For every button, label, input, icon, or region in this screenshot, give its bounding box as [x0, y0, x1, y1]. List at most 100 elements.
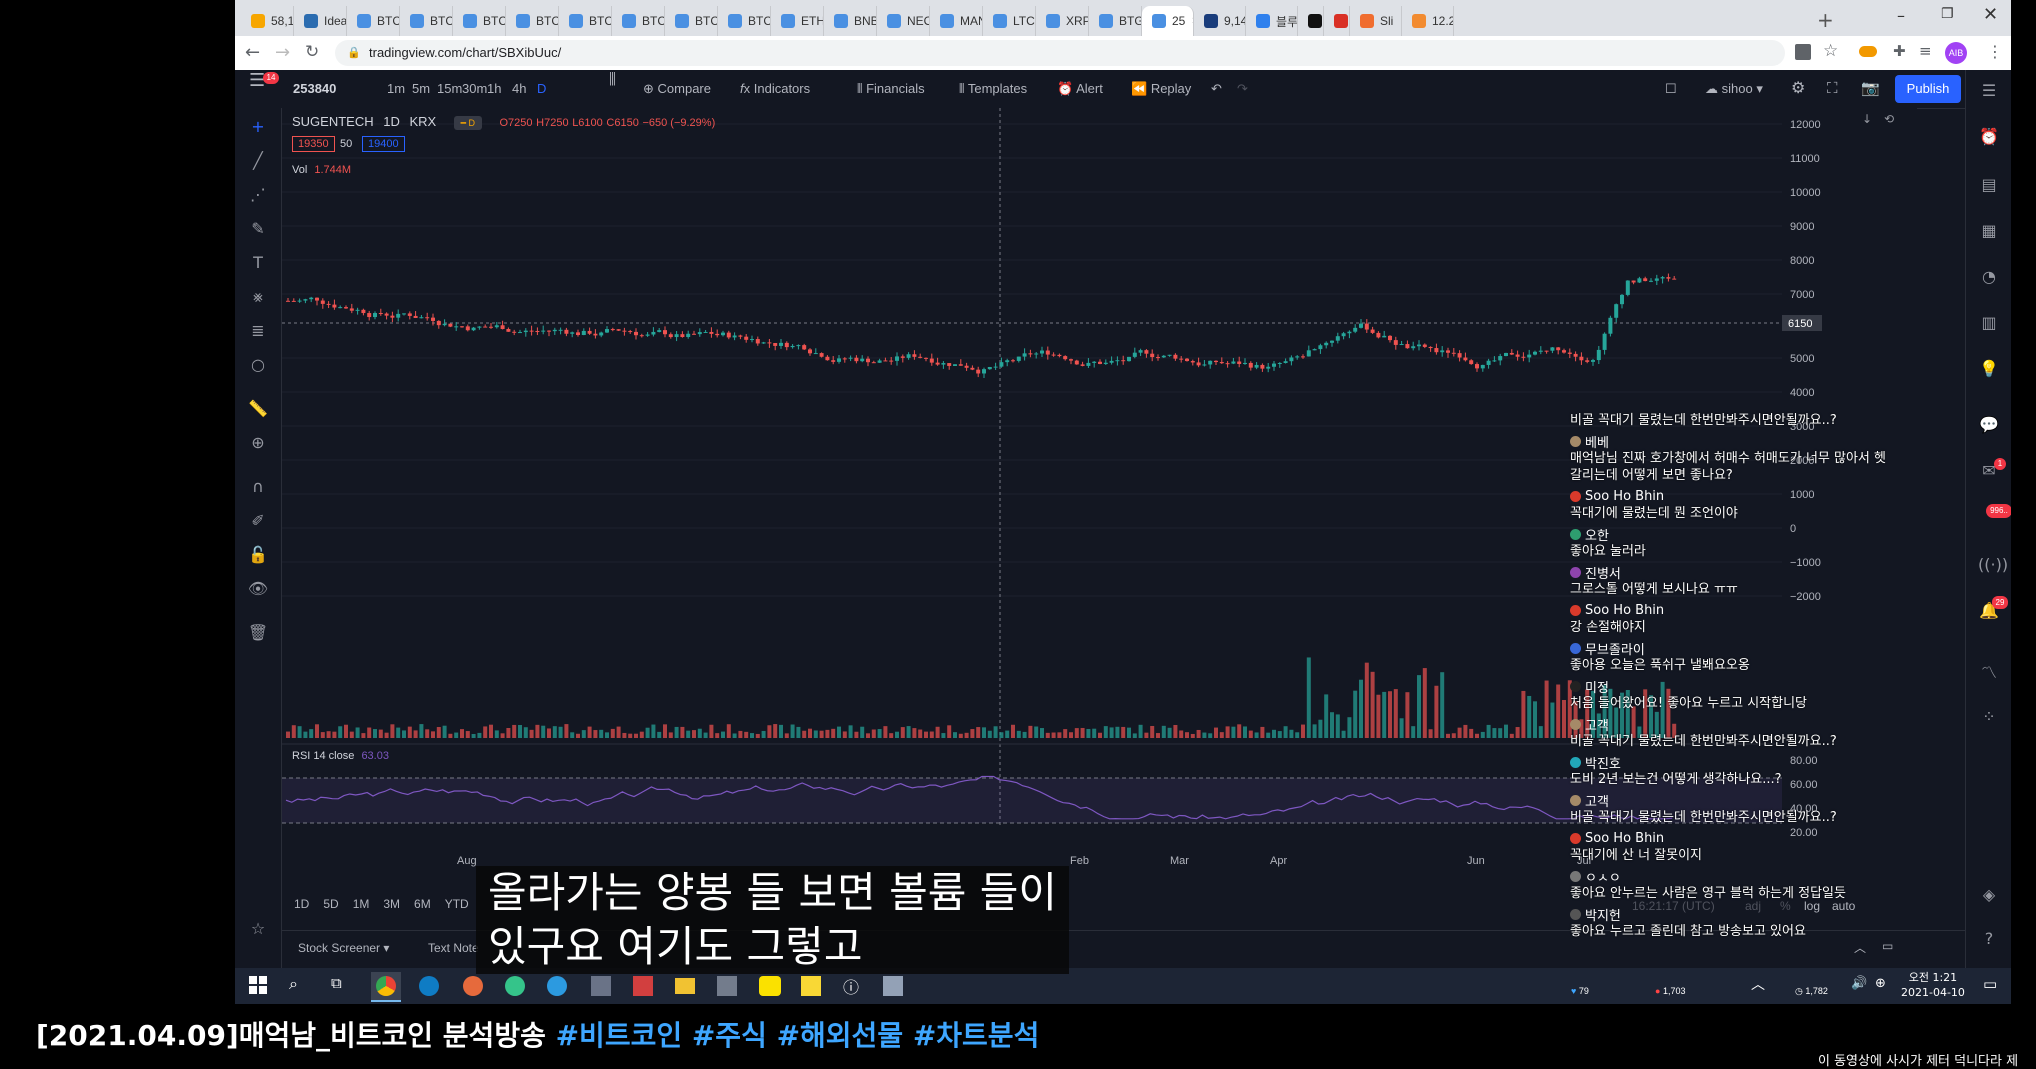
browser-tab[interactable]: BTCU: [559, 6, 612, 36]
chrome-app-icon[interactable]: [371, 972, 401, 1002]
pattern-icon[interactable]: ⨳: [247, 286, 269, 308]
forward-icon[interactable]: →: [275, 42, 290, 63]
layout-user[interactable]: ☁ sihoo ▾: [1705, 70, 1763, 108]
search-icon[interactable]: ⌕: [289, 974, 298, 994]
interval-30m[interactable]: 30m: [462, 70, 487, 108]
browser-tab[interactable]: BTCU: [347, 6, 400, 36]
broadcast-icon[interactable]: ((·)): [1978, 554, 2008, 576]
sticky-notes-icon[interactable]: [801, 976, 821, 996]
taskbar-app-3-icon[interactable]: [463, 976, 483, 996]
chat-author[interactable]: Soo Ho Bhin: [1570, 601, 1890, 619]
tab-stock-screener[interactable]: Stock Screener ▾: [298, 941, 389, 955]
video-title-tags[interactable]: #비트코인 #주식 #해외선물 #차트분석: [556, 1019, 1040, 1052]
browser-tab[interactable]: 12.22: [1402, 6, 1454, 36]
calculator-icon[interactable]: [717, 976, 737, 996]
browser-tab[interactable]: NEOU: [877, 6, 930, 36]
cloud-extension-icon[interactable]: [1859, 46, 1877, 57]
browser-tab[interactable]: [L: [1324, 6, 1350, 36]
legend-symbol[interactable]: SUGENTECH: [292, 114, 374, 129]
chat-author[interactable]: 미정: [1570, 677, 1890, 696]
fullscreen-icon[interactable]: ⛶: [1827, 70, 1838, 108]
crosshair-icon[interactable]: +: [247, 116, 269, 138]
chat-author[interactable]: 진병서: [1570, 563, 1890, 582]
range-YTD[interactable]: YTD: [445, 897, 469, 911]
layers-icon[interactable]: ◈: [1978, 884, 2000, 906]
shapes-circle-icon[interactable]: ○: [247, 354, 269, 376]
interval-4h[interactable]: 4h: [512, 70, 526, 108]
browser-tab[interactable]: BTCU: [612, 6, 665, 36]
browser-tab[interactable]: BTCU: [665, 6, 718, 36]
alerts-clock-icon[interactable]: ⏰: [1978, 126, 2000, 148]
magnet-icon[interactable]: ∩: [247, 476, 269, 498]
menu-dots-icon[interactable]: ⋮: [1987, 42, 2003, 61]
taskbar-app-7-icon[interactable]: [633, 976, 653, 996]
browser-tab[interactable]: Sli: [1350, 6, 1402, 36]
browser-tab[interactable]: BTCU: [718, 6, 771, 36]
browser-tab[interactable]: BTCU: [400, 6, 453, 36]
news-icon[interactable]: ▦: [1978, 220, 2000, 242]
chat-author[interactable]: Soo Ho Bhin: [1570, 487, 1890, 505]
bookmark-star-icon[interactable]: ☆: [1823, 41, 1838, 61]
chat-author[interactable]: 박진호: [1570, 753, 1890, 772]
translate-icon[interactable]: [1795, 44, 1811, 60]
tab-text-note[interactable]: Text Note: [428, 941, 479, 955]
browser-tab[interactable]: BTGU: [1089, 6, 1142, 36]
financials-button[interactable]: ⫴ Financials: [857, 70, 925, 108]
close-window-button[interactable]: ✕: [1983, 4, 1998, 25]
trend-line-icon[interactable]: ╱: [247, 150, 269, 172]
zoom-icon[interactable]: ⊕: [247, 432, 269, 454]
kakaotalk-icon[interactable]: [759, 976, 781, 996]
chat-author[interactable]: Soo Ho Bhin: [1570, 829, 1890, 847]
url-field[interactable]: 🔒 tradingview.com/chart/SBXibUuc/: [335, 40, 1785, 66]
indicators-button[interactable]: fx Indicators: [740, 70, 810, 108]
reading-list-icon[interactable]: ≡: [1919, 42, 1932, 60]
browser-tab[interactable]: 58,12:: [241, 6, 294, 36]
interval-1m[interactable]: 1m: [387, 70, 405, 108]
range-6M[interactable]: 6M: [414, 897, 431, 911]
new-tab-button[interactable]: +: [1817, 8, 1834, 32]
bar-style-icon[interactable]: ⫼: [609, 70, 616, 108]
chat-author[interactable]: 박지헌: [1570, 905, 1890, 924]
bid-box[interactable]: 19350: [292, 136, 335, 152]
file-explorer-icon[interactable]: [675, 978, 695, 994]
compare-button[interactable]: ⊕ Compare: [643, 70, 711, 108]
scroll-down-icon[interactable]: ↓: [1862, 112, 1872, 126]
prediction-icon[interactable]: ≣: [247, 320, 269, 342]
browser-tab[interactable]: 9,145: [1194, 6, 1246, 36]
info-app-icon[interactable]: ⓘ: [843, 974, 859, 998]
stay-drawing-icon[interactable]: ✐: [247, 510, 269, 532]
range-1M[interactable]: 1M: [353, 897, 370, 911]
chats-icon[interactable]: 💬: [1978, 414, 2000, 436]
browser-tab[interactable]: ETHU: [771, 6, 824, 36]
edge-app-icon[interactable]: [419, 976, 439, 996]
reload-icon[interactable]: ↻: [305, 42, 319, 62]
maximize-button[interactable]: ❐: [1941, 6, 1954, 22]
taskbar-app-13-icon[interactable]: [883, 976, 903, 996]
browser-tab[interactable]: [1298, 6, 1324, 36]
browser-tab[interactable]: LTCU: [983, 6, 1036, 36]
interval-D[interactable]: D: [537, 70, 546, 108]
browser-tab[interactable]: BTCU: [506, 6, 559, 36]
favorites-star-icon[interactable]: ☆: [247, 918, 269, 940]
data-window-icon[interactable]: ▤: [1978, 174, 2000, 196]
replay-button[interactable]: ⏪ Replay: [1131, 70, 1191, 108]
browser-tab[interactable]: MANA: [930, 6, 983, 36]
profile-avatar[interactable]: AIB: [1945, 42, 1967, 64]
hotlist-icon[interactable]: ◔: [1978, 266, 2000, 288]
interval-5m[interactable]: 5m: [412, 70, 430, 108]
chat-author[interactable]: ㅇㅅㅇ: [1570, 867, 1890, 886]
trend-icon[interactable]: 〽: [1978, 662, 2000, 684]
trash-icon[interactable]: 🗑: [247, 622, 269, 644]
chat-author[interactable]: 고객: [1570, 715, 1890, 734]
video-title[interactable]: [2021.04.09]매억남_비트코인 분석방송 #비트코인 #주식 #해외선…: [36, 1014, 1039, 1054]
browser-tab[interactable]: BTCU: [453, 6, 506, 36]
extensions-puzzle-icon[interactable]: ✚: [1893, 42, 1906, 60]
taskbar-app-6-icon[interactable]: [591, 976, 611, 996]
action-center-icon[interactable]: ▭: [1983, 975, 1997, 993]
minimize-button[interactable]: –: [1897, 6, 1905, 25]
range-3M[interactable]: 3M: [383, 897, 400, 911]
templates-button[interactable]: ⫴ Templates: [959, 70, 1027, 108]
settings-gear-icon[interactable]: ⚙: [1791, 70, 1805, 108]
layout-select-icon[interactable]: ☐: [1665, 70, 1677, 108]
publish-button[interactable]: Publish: [1895, 75, 1961, 103]
